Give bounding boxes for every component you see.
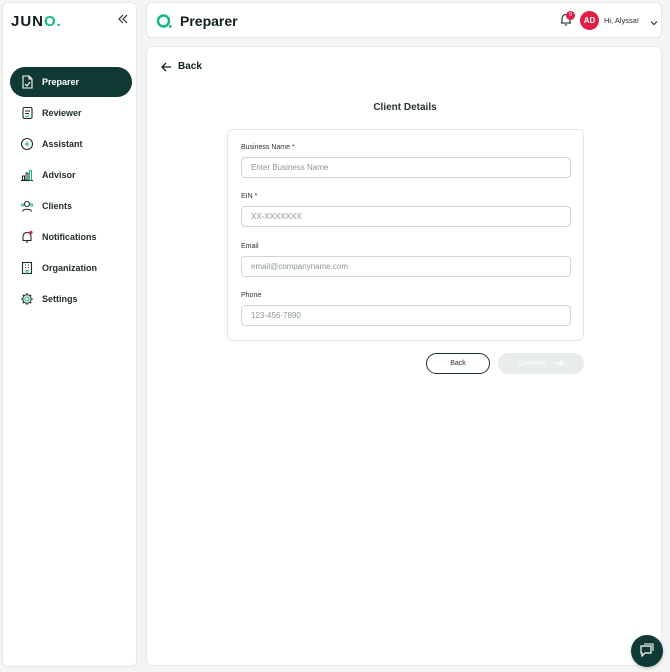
business-name-field: Business Name * — [241, 144, 571, 178]
back-button[interactable]: Back — [426, 353, 490, 374]
sidebar-item-organization[interactable]: Organization — [10, 253, 132, 283]
sidebar-item-label: Clients — [42, 201, 73, 211]
sidebar-item-reviewer[interactable]: Reviewer — [10, 98, 132, 128]
phone-field: Phone — [241, 292, 571, 326]
email-label: Email — [241, 243, 259, 250]
review-icon — [20, 106, 34, 120]
avatar[interactable]: AD — [580, 11, 599, 30]
logo-dot: O. — [44, 13, 62, 30]
bell-icon — [20, 230, 34, 244]
sidebar-item-label: Settings — [42, 294, 78, 304]
double-chevron-left-icon[interactable] — [115, 11, 131, 27]
sidebar-item-label: Notifications — [42, 232, 97, 242]
building-icon — [20, 261, 34, 275]
client-details-title: Client Details — [373, 102, 437, 113]
main-content: Back Client Details Business Name * EIN … — [146, 46, 662, 666]
sidebar-item-label: Advisor — [42, 170, 76, 180]
document-icon — [20, 75, 34, 89]
arrow-right-icon — [555, 359, 564, 369]
assistant-icon — [20, 137, 34, 151]
sidebar-nav: Preparer Reviewer Assistant Advisor Clie… — [10, 67, 132, 315]
sidebar-item-label: Organization — [42, 263, 98, 273]
user-greeting[interactable]: Hi, Alyssa! — [604, 16, 639, 25]
sidebar-item-preparer[interactable]: Preparer — [10, 67, 132, 97]
ein-field: EIN * — [241, 193, 571, 227]
sidebar-item-label: Preparer — [42, 77, 80, 87]
page-title: Preparer — [180, 13, 238, 29]
sidebar-item-label: Reviewer — [42, 108, 82, 118]
juno-logo[interactable]: JUNO. — [11, 13, 62, 30]
sidebar-item-advisor[interactable]: Advisor — [10, 160, 132, 190]
business-name-label: Business Name * — [241, 144, 295, 151]
continue-button-label: Continue — [518, 360, 547, 367]
email-input[interactable] — [241, 256, 571, 277]
ein-input[interactable] — [241, 206, 571, 227]
gear-icon — [20, 292, 34, 306]
logo-text: JUN — [11, 13, 45, 30]
back-link[interactable]: Back — [161, 61, 202, 72]
phone-label: Phone — [241, 292, 262, 299]
business-name-input[interactable] — [241, 157, 571, 178]
continue-button[interactable]: Continue — [498, 353, 584, 374]
sidebar-item-assistant[interactable]: Assistant — [10, 129, 132, 159]
ein-label: EIN * — [241, 193, 258, 200]
chevron-down-icon[interactable] — [649, 15, 659, 26]
top-header: Preparer 9 AD Hi, Alyssa! — [146, 2, 662, 38]
juno-mark-icon — [156, 13, 172, 29]
sidebar-item-notifications[interactable]: Notifications — [10, 222, 132, 252]
sidebar-item-clients[interactable]: Clients — [10, 191, 132, 221]
clients-icon — [20, 199, 34, 213]
notification-count-badge: 9 — [566, 11, 575, 20]
sidebar-item-label: Assistant — [42, 139, 83, 149]
client-details-form: Business Name * EIN * Email Phone — [227, 129, 584, 341]
back-link-label: Back — [178, 61, 202, 72]
sidebar-item-settings[interactable]: Settings — [10, 284, 132, 314]
chat-icon — [640, 643, 654, 658]
sidebar: JUNO. Preparer Reviewer Assistant Adviso… — [2, 2, 137, 667]
email-field: Email — [241, 243, 571, 277]
chart-icon — [20, 168, 34, 182]
arrow-left-icon — [161, 62, 171, 71]
chat-support-button[interactable] — [631, 635, 663, 667]
phone-input[interactable] — [241, 305, 571, 326]
